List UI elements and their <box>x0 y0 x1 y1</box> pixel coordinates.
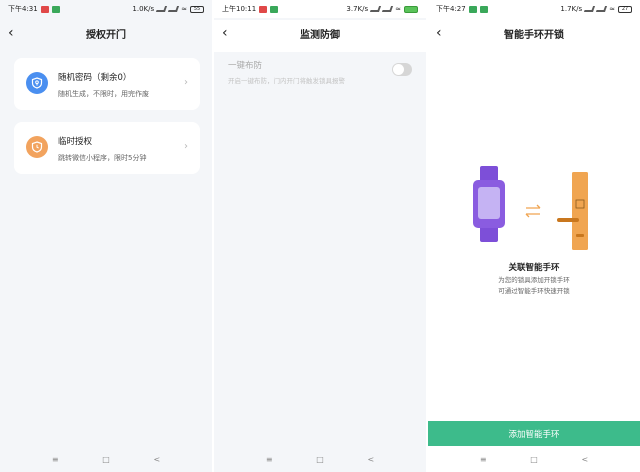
signal-icon <box>370 6 382 12</box>
page-title: 授权开门 <box>86 29 126 41</box>
battery-icon: 55 <box>190 5 204 13</box>
shield-key-icon <box>26 72 48 94</box>
network-speed: 3.7K/s <box>346 5 369 13</box>
associate-band-description-line2: 可通过智能手环快速开锁 <box>498 287 570 295</box>
card-description: 跳转微信小程序，限时5分钟 <box>58 154 147 162</box>
wifi-icon: ≈ <box>395 5 401 13</box>
menu-icon[interactable]: ≡ <box>52 455 59 464</box>
screen-authorize-unlock: 下午4:31 1.0K/s ≈ 55 ‹ 授权开门 随机密码（剩余0） 随机生成… <box>0 0 212 472</box>
chevron-right-icon: › <box>184 141 188 152</box>
page-title: 监测防御 <box>300 29 340 41</box>
setting-label: 一键布防 <box>228 61 263 71</box>
app-icon <box>468 5 477 13</box>
title-bar: ‹ 智能手环开锁 <box>428 20 640 46</box>
signal-icon <box>168 6 180 12</box>
title-bar: ‹ 监测防御 <box>214 20 426 46</box>
title-bar: ‹ 授权开门 <box>0 20 212 46</box>
back-icon[interactable]: < <box>367 455 374 464</box>
network-speed: 1.0K/s <box>132 5 155 13</box>
chevron-right-icon: › <box>184 77 188 88</box>
band-lock-illustration <box>473 166 588 250</box>
system-nav-bar: ≡ □ < <box>0 446 212 472</box>
wifi-icon: ≈ <box>181 5 187 13</box>
notification-icon <box>259 5 268 13</box>
back-arrow-icon[interactable]: ‹ <box>222 24 236 42</box>
swap-arrows-icon <box>525 204 541 218</box>
status-bar: 下午4:27 1.7K/s ≈ 27 <box>428 0 640 18</box>
shield-clock-icon <box>26 136 48 158</box>
smart-band-icon <box>473 166 505 242</box>
notification-icon <box>40 5 49 13</box>
system-nav-bar: ≡ □ < <box>428 446 640 472</box>
setting-description: 开启一键布防，门内开门将触发锁具报警 <box>228 77 345 85</box>
signal-icon <box>156 6 168 12</box>
associate-band-title: 关联智能手环 <box>508 263 560 273</box>
status-time: 下午4:27 <box>436 5 466 13</box>
screen-monitoring-defense: 上午10:11 3.7K/s ≈ ‹ 监测防御 一键布防 开启一键布防，门内开门… <box>214 0 426 472</box>
arm-defense-row: 一键布防 开启一键布防，门内开门将触发锁具报警 <box>214 52 426 90</box>
signal-icon <box>382 6 394 12</box>
associate-band-description-line1: 为您的锁具添加开锁手环 <box>498 276 570 284</box>
random-password-card[interactable]: 随机密码（剩余0） 随机生成，不限时，用完作废 › <box>14 58 200 110</box>
app-icon <box>51 5 60 13</box>
add-smart-band-button[interactable]: 添加智能手环 <box>428 421 640 446</box>
back-arrow-icon[interactable]: ‹ <box>436 24 450 42</box>
system-nav-bar: ≡ □ < <box>214 446 426 472</box>
home-icon[interactable]: □ <box>102 455 110 464</box>
card-title: 随机密码（剩余0） <box>58 73 132 83</box>
app-icon <box>270 5 279 13</box>
status-bar: 下午4:31 1.0K/s ≈ 55 <box>0 0 212 18</box>
back-icon[interactable]: < <box>581 455 588 464</box>
status-bar: 上午10:11 3.7K/s ≈ <box>214 0 426 18</box>
battery-charging-icon <box>404 5 418 13</box>
phone-screens: 下午4:31 1.0K/s ≈ 55 ‹ 授权开门 随机密码（剩余0） 随机生成… <box>0 0 640 472</box>
card-description: 随机生成，不限时，用完作废 <box>58 90 149 98</box>
arm-defense-toggle[interactable] <box>392 63 412 76</box>
network-speed: 1.7K/s <box>560 5 583 13</box>
page-title: 智能手环开锁 <box>504 29 564 41</box>
home-icon[interactable]: □ <box>316 455 324 464</box>
signal-icon <box>596 6 608 12</box>
status-time: 上午10:11 <box>222 5 257 13</box>
card-title: 临时授权 <box>58 137 93 147</box>
door-lock-icon <box>557 172 588 250</box>
status-time: 下午4:31 <box>8 5 38 13</box>
back-arrow-icon[interactable]: ‹ <box>8 24 22 42</box>
app-icon <box>479 5 488 13</box>
screen-smart-band-unlock: 下午4:27 1.7K/s ≈ 27 ‹ 智能手环开锁 关联智能手环 为您的锁具… <box>428 0 640 472</box>
temporary-authorization-card[interactable]: 临时授权 跳转微信小程序，限时5分钟 › <box>14 122 200 174</box>
menu-icon[interactable]: ≡ <box>480 455 487 464</box>
home-icon[interactable]: □ <box>530 455 538 464</box>
back-icon[interactable]: < <box>153 455 160 464</box>
battery-icon: 27 <box>618 5 632 13</box>
signal-icon <box>584 6 596 12</box>
toggle-knob <box>393 64 404 75</box>
menu-icon[interactable]: ≡ <box>266 455 273 464</box>
wifi-icon: ≈ <box>609 5 615 13</box>
